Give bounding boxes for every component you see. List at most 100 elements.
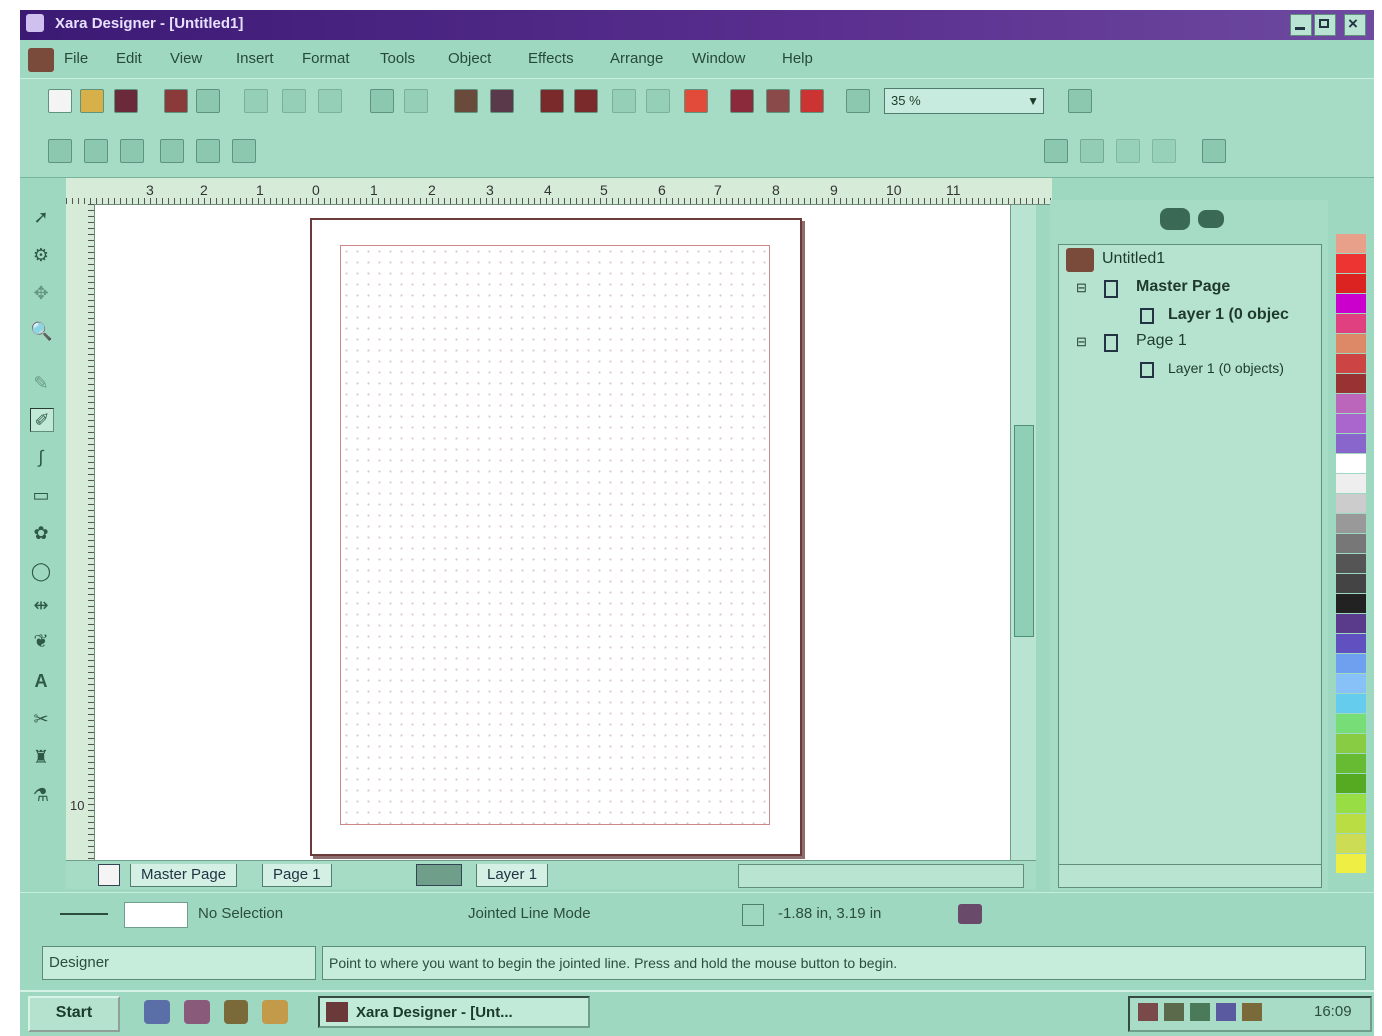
menu-help[interactable]: Help [782, 50, 813, 67]
tree-page-layer[interactable]: Layer 1 (0 objects) [1168, 360, 1318, 376]
tray-icon[interactable] [1190, 1003, 1210, 1021]
gallery-action-icon[interactable] [1160, 208, 1190, 230]
menu-file[interactable]: File [64, 50, 88, 67]
colour-swatch[interactable] [1336, 574, 1366, 593]
colour-icon[interactable] [766, 89, 790, 113]
join-path-icon[interactable] [1152, 139, 1176, 163]
colour-swatch[interactable] [1336, 714, 1366, 733]
app-icon[interactable] [26, 14, 44, 32]
save-icon[interactable] [114, 89, 138, 113]
export-icon[interactable] [490, 89, 514, 113]
new-icon[interactable] [48, 89, 72, 113]
push-tool-icon[interactable]: ✥ [30, 282, 52, 304]
colour-swatch[interactable] [1336, 494, 1366, 513]
redo-icon[interactable] [404, 89, 428, 113]
minimize-button[interactable] [1290, 14, 1312, 36]
colour-swatch[interactable] [1336, 434, 1366, 453]
slice-tool-icon[interactable]: ✂ [30, 708, 52, 730]
shape-editor-icon[interactable]: ⚙ [30, 244, 52, 266]
snap-icon[interactable] [742, 904, 764, 926]
break-icon[interactable] [196, 139, 220, 163]
collapse-icon[interactable]: ⊟ [1076, 334, 1087, 350]
colour-swatch[interactable] [1336, 534, 1366, 553]
start-button[interactable]: Start [28, 996, 120, 1032]
undo-icon[interactable] [370, 89, 394, 113]
close-path-icon[interactable] [1080, 139, 1104, 163]
colour-swatch[interactable] [1336, 734, 1366, 753]
forward-icon[interactable] [612, 89, 636, 113]
text-tool-icon[interactable]: A [30, 670, 52, 692]
fill-swatch[interactable] [124, 902, 188, 928]
colour-swatch[interactable] [1336, 474, 1366, 493]
line-join-icon[interactable] [48, 139, 72, 163]
colour-swatch[interactable] [1336, 794, 1366, 813]
tray-icon[interactable] [1242, 1003, 1262, 1021]
copy-icon[interactable] [282, 89, 306, 113]
cusp-icon[interactable] [160, 139, 184, 163]
fill-tool-icon[interactable]: ⚗ [30, 784, 52, 806]
tree-master-page[interactable]: Master Page [1136, 278, 1230, 296]
menu-window[interactable]: Window [692, 50, 745, 67]
menu-effects[interactable]: Effects [528, 50, 574, 67]
colour-swatch[interactable] [1336, 814, 1366, 833]
tab-layer-1[interactable]: Layer 1 [476, 864, 549, 887]
print-icon[interactable] [164, 89, 188, 113]
delete-point-icon[interactable] [232, 139, 256, 163]
paste-icon[interactable] [318, 89, 342, 113]
colour-swatch[interactable] [1336, 834, 1366, 853]
colour-swatch[interactable] [1336, 454, 1366, 473]
refresh-icon[interactable] [958, 904, 982, 924]
quicklaunch-icon[interactable] [262, 1000, 288, 1024]
text-path-icon[interactable] [1202, 139, 1226, 163]
tree-page-1[interactable]: Page 1 [1136, 332, 1187, 350]
cut-icon[interactable] [244, 89, 268, 113]
tray-icon[interactable] [1164, 1003, 1184, 1021]
colour-swatch[interactable] [1336, 514, 1366, 533]
colour-swatch[interactable] [1336, 754, 1366, 773]
zoom-dropdown[interactable]: 35 % ▼ [884, 88, 1044, 114]
bitmap-icon[interactable] [800, 89, 824, 113]
gallery-option-icon[interactable] [1198, 210, 1224, 228]
open-path-icon[interactable] [1116, 139, 1140, 163]
collapse-icon[interactable]: ⊟ [1076, 280, 1087, 296]
send-back-icon[interactable] [574, 89, 598, 113]
colour-swatch[interactable] [1336, 674, 1366, 693]
horizontal-ruler[interactable] [66, 178, 1052, 205]
colour-swatch[interactable] [1336, 594, 1366, 613]
colour-swatch[interactable] [1336, 374, 1366, 393]
scroll-thumb[interactable] [1014, 425, 1034, 637]
colour-swatch[interactable] [1336, 854, 1366, 873]
backward-icon[interactable] [646, 89, 670, 113]
menu-insert[interactable]: Insert [236, 50, 274, 67]
horizontal-scrollbar[interactable] [738, 864, 1024, 888]
menu-view[interactable]: View [170, 50, 202, 67]
shadow-tool-icon[interactable]: ♜ [30, 746, 52, 768]
menu-arrange[interactable]: Arrange [610, 50, 663, 67]
vertical-ruler[interactable] [66, 204, 95, 864]
gallery-icon[interactable] [730, 89, 754, 113]
colour-swatch[interactable] [1336, 254, 1366, 273]
tree-root[interactable]: Untitled1 [1102, 250, 1165, 268]
colour-swatch[interactable] [1336, 354, 1366, 373]
close-button[interactable]: × [1344, 14, 1366, 36]
print-preview-icon[interactable] [196, 89, 220, 113]
menu-tools[interactable]: Tools [380, 50, 415, 67]
colour-swatch[interactable] [1336, 614, 1366, 633]
colour-swatch[interactable] [1336, 554, 1366, 573]
fill-icon[interactable] [684, 89, 708, 113]
menu-object[interactable]: Object [448, 50, 491, 67]
reverse-path-icon[interactable] [1044, 139, 1068, 163]
zoom-tool-icon[interactable]: 🔍 [30, 320, 52, 342]
colour-swatch[interactable] [1336, 654, 1366, 673]
zoom-tool-icon[interactable] [846, 89, 870, 113]
menu-edit[interactable]: Edit [116, 50, 142, 67]
colour-swatch[interactable] [1336, 234, 1366, 253]
tab-master-page[interactable]: Master Page [130, 864, 238, 887]
colour-swatch[interactable] [1336, 394, 1366, 413]
bring-front-icon[interactable] [540, 89, 564, 113]
pen-tool-icon[interactable]: ✐ [30, 408, 54, 432]
restore-button[interactable] [1314, 14, 1336, 36]
blend-tool-icon[interactable]: ⇹ [30, 594, 52, 616]
tab-page-1[interactable]: Page 1 [262, 864, 332, 887]
smooth-icon[interactable] [120, 139, 144, 163]
